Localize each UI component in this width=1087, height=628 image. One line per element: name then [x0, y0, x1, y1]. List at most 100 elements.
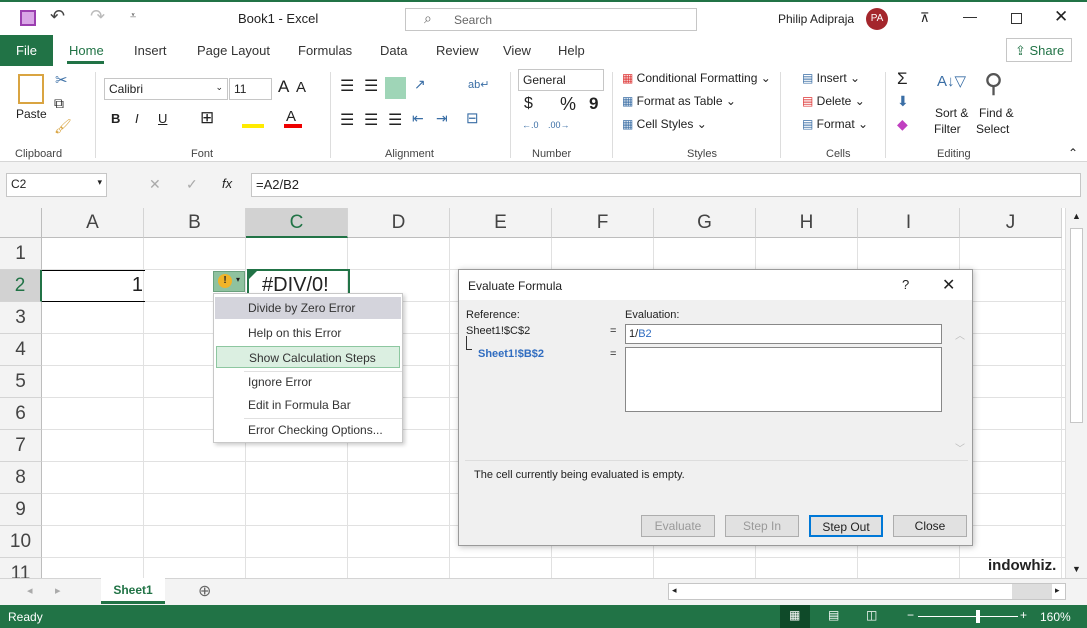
scroll-sheets-right-icon[interactable]: ▸	[55, 584, 61, 597]
menu-help-on-error[interactable]: Help on this Error	[215, 322, 401, 344]
zoom-slider-thumb[interactable]	[976, 610, 980, 623]
cut-icon[interactable]: ✂	[55, 71, 68, 89]
minimize-icon[interactable]: —	[963, 8, 977, 24]
cell-styles-button[interactable]: ▦ Cell Styles ⌄	[622, 117, 707, 131]
help-button[interactable]: ?	[902, 277, 909, 292]
format-painter-icon[interactable]: 🖌	[54, 118, 72, 135]
sub-evaluation-field[interactable]	[625, 347, 942, 412]
row-header-1[interactable]: 1	[0, 238, 42, 270]
italic-button[interactable]: I	[135, 111, 139, 126]
find-icon[interactable]: ⚲	[984, 68, 1003, 99]
maximize-icon[interactable]	[1011, 13, 1022, 24]
paste-icon[interactable]	[18, 74, 44, 104]
column-header-D[interactable]: D	[348, 208, 450, 238]
zoom-in-icon[interactable]: +	[1020, 608, 1027, 622]
evaluation-field[interactable]: 1/B2	[625, 324, 942, 344]
tab-data[interactable]: Data	[380, 43, 407, 58]
cell-A2[interactable]: 1	[50, 274, 143, 297]
column-header-J[interactable]: J	[960, 208, 1062, 238]
vertical-scrollbar[interactable]: ▲ ▼	[1065, 208, 1087, 578]
delete-cells-button[interactable]: ▤ Delete ⌄	[802, 94, 865, 108]
scroll-left-icon[interactable]: ◂	[672, 585, 677, 596]
sort-filter-icon[interactable]: A↓▽	[937, 72, 966, 90]
select-all-button[interactable]	[0, 208, 42, 238]
column-header-A[interactable]: A	[42, 208, 144, 238]
page-layout-view-icon[interactable]: ▤	[828, 608, 839, 622]
orientation-icon[interactable]: ↗	[414, 76, 426, 93]
row-header-5[interactable]: 5	[0, 366, 42, 398]
row-header-9[interactable]: 9	[0, 494, 42, 526]
underline-button[interactable]: U	[158, 111, 167, 126]
share-button[interactable]: ⇪ Share	[1006, 38, 1072, 62]
scroll-track[interactable]	[1012, 584, 1052, 599]
normal-view-button[interactable]: ▦	[780, 605, 810, 628]
user-name[interactable]: Philip Adipraja	[778, 12, 854, 26]
insert-function-button[interactable]: fx	[222, 176, 232, 191]
copy-icon[interactable]: ⧉	[54, 95, 64, 112]
column-header-C[interactable]: C	[246, 208, 348, 238]
menu-ignore-error[interactable]: Ignore Error	[215, 371, 401, 393]
column-header-B[interactable]: B	[144, 208, 246, 238]
sheet-tab-sheet1[interactable]: Sheet1	[101, 578, 165, 604]
scroll-up-icon[interactable]: ▲	[1072, 211, 1081, 221]
column-header-G[interactable]: G	[654, 208, 756, 238]
horizontal-scrollbar[interactable]: ◂ ▸	[668, 583, 1066, 600]
cancel-icon[interactable]: ✕	[149, 176, 161, 193]
customize-qat-icon[interactable]: ⩡	[130, 10, 136, 23]
search-box[interactable]: ⌕ Search	[405, 8, 697, 31]
menu-error-checking-options[interactable]: Error Checking Options...	[215, 419, 401, 441]
zoom-level[interactable]: 160%	[1040, 610, 1071, 624]
avatar[interactable]: PA	[866, 8, 888, 30]
row-header-11[interactable]: 11	[0, 558, 42, 578]
menu-edit-in-formula-bar[interactable]: Edit in Formula Bar	[215, 394, 401, 416]
fill-color-icon[interactable]	[242, 124, 264, 128]
row-header-2[interactable]: 2	[0, 270, 42, 302]
row-header-10[interactable]: 10	[0, 526, 42, 558]
step-in-button[interactable]: Step In	[725, 515, 799, 537]
tab-formulas[interactable]: Formulas	[298, 43, 352, 58]
font-name-select[interactable]: Calibri ⌄	[104, 78, 228, 100]
row-header-8[interactable]: 8	[0, 462, 42, 494]
fill-icon[interactable]: ⬇	[897, 93, 909, 110]
decrease-indent-icon[interactable]: ⇤	[412, 110, 424, 127]
scroll-sheets-left-icon[interactable]: ◂	[27, 584, 33, 597]
percent-button[interactable]: %	[560, 94, 576, 115]
row-header-3[interactable]: 3	[0, 302, 42, 334]
column-header-F[interactable]: F	[552, 208, 654, 238]
scroll-down-icon[interactable]: ﹀	[955, 440, 965, 455]
borders-icon[interactable]: ⊞	[200, 108, 214, 128]
tab-page-layout[interactable]: Page Layout	[197, 43, 270, 58]
font-size-select[interactable]: 11	[229, 78, 272, 100]
align-middle-icon[interactable]: ☰	[364, 76, 378, 96]
dialog-close-icon[interactable]: ✕	[942, 275, 955, 295]
tab-insert[interactable]: Insert	[134, 43, 167, 58]
page-break-view-icon[interactable]: ◫	[866, 608, 877, 622]
menu-show-calculation-steps[interactable]: Show Calculation Steps	[216, 346, 400, 368]
zoom-slider[interactable]	[918, 616, 1018, 617]
close-window-icon[interactable]: ✕	[1054, 7, 1068, 27]
column-header-I[interactable]: I	[858, 208, 960, 238]
currency-button[interactable]: $	[524, 95, 533, 113]
format-as-table-button[interactable]: ▦ Format as Table ⌄	[622, 94, 736, 108]
tab-home[interactable]: Home	[69, 43, 104, 58]
ribbon-display-icon[interactable]: ⊼	[920, 10, 930, 26]
align-right-icon[interactable]: ☰	[388, 110, 402, 130]
evaluate-button[interactable]: Evaluate	[641, 515, 715, 537]
zoom-out-icon[interactable]: −	[907, 608, 914, 622]
format-cells-button[interactable]: ▤ Format ⌄	[802, 117, 868, 131]
column-header-E[interactable]: E	[450, 208, 552, 238]
close-button[interactable]: Close	[893, 515, 967, 537]
bold-button[interactable]: B	[111, 111, 120, 126]
clear-icon[interactable]: ◆	[897, 116, 908, 133]
align-center-icon[interactable]: ☰	[364, 110, 378, 130]
decrease-decimal-icon[interactable]: .00→	[548, 120, 570, 130]
conditional-formatting-button[interactable]: ▦ Conditional Formatting ⌄	[622, 71, 771, 85]
align-top-icon[interactable]: ☰	[340, 76, 354, 96]
number-format-select[interactable]: General	[518, 69, 604, 91]
scroll-thumb[interactable]	[1070, 228, 1083, 423]
row-header-4[interactable]: 4	[0, 334, 42, 366]
save-icon[interactable]	[20, 10, 36, 26]
increase-font-icon[interactable]: A	[278, 77, 289, 97]
error-smart-tag-button[interactable]: ! ▾	[213, 271, 245, 292]
align-bottom-icon[interactable]	[385, 77, 406, 99]
